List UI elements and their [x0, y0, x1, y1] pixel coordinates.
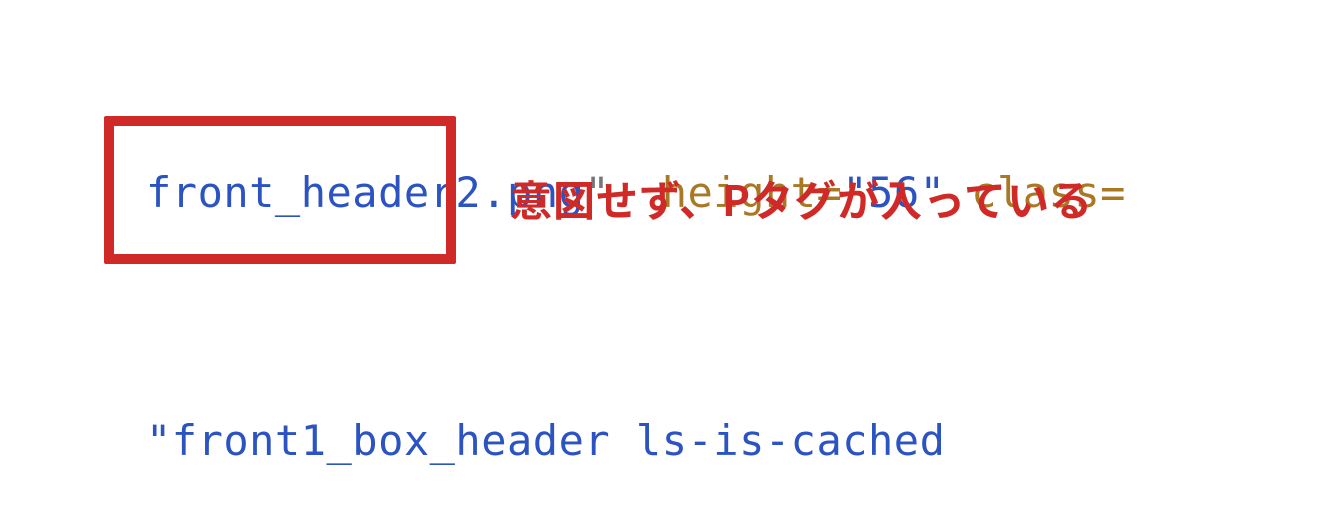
devtools-dom-snippet: front_header2.png" height="56" class= "f…	[0, 0, 1320, 522]
code-line-2: "front1_box_header ls-is-cached	[0, 410, 1320, 472]
highlight-box	[104, 116, 456, 264]
annotation-label: 意図せず、Pタグが入っている	[510, 168, 1093, 229]
attr-value: "front1_box_header ls-is-cached	[146, 416, 971, 465]
